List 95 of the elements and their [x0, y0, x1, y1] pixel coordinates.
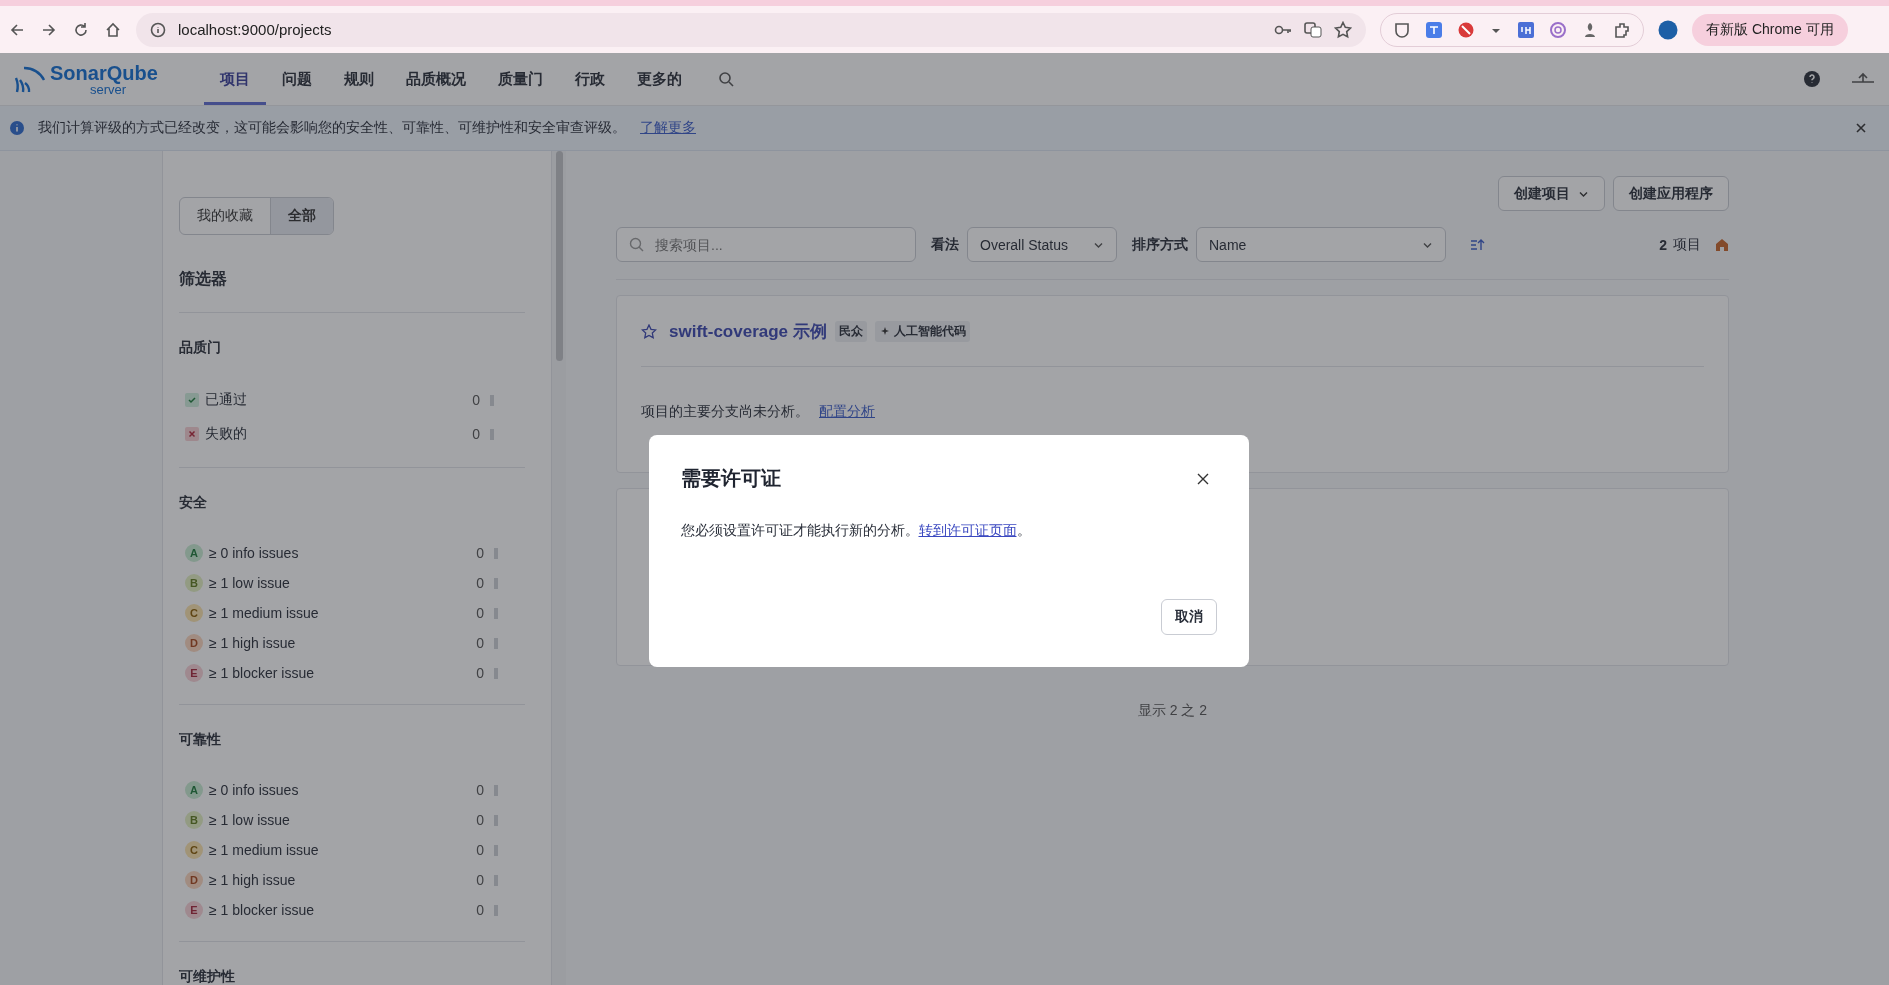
logo-text[interactable]: SonarQube — [50, 62, 158, 83]
info-icon — [10, 121, 24, 135]
translate-icon[interactable] — [1304, 20, 1322, 39]
search-icon — [629, 237, 644, 252]
home-icon[interactable] — [104, 20, 122, 39]
help-icon[interactable] — [1803, 70, 1821, 88]
view-label: 看法 — [931, 235, 959, 254]
nav-tab[interactable]: 行政 — [559, 53, 621, 105]
filter-option[interactable]: ≥ 1 low issue — [209, 812, 472, 828]
banner-message: 我们计算评级的方式已经改变，这可能会影响您的安全性、可靠性、可维护性和安全审查评级。 — [38, 119, 626, 137]
filter-count: 0 — [475, 812, 484, 828]
filter-toggle[interactable]: 我的收藏 — [180, 198, 270, 234]
create-project-dropdown[interactable]: 创建项目 — [1498, 176, 1605, 211]
filter-option[interactable]: 已通过 — [205, 391, 468, 409]
rating-badge: C — [185, 841, 203, 859]
update-button[interactable]: 有新版 Chrome 可用 — [1692, 13, 1848, 46]
learn-more-link[interactable]: 了解更多 — [640, 119, 696, 137]
close-icon[interactable] — [1196, 472, 1209, 485]
configure-analysis-link[interactable]: 配置分析 — [819, 403, 875, 419]
cancel-button[interactable]: 取消 — [1160, 599, 1217, 635]
filter-count: 0 — [475, 782, 484, 798]
dialog-title: 需要许可证 — [680, 466, 781, 491]
project-count: 2 — [1659, 236, 1667, 253]
nav-tab[interactable]: 质量门 — [482, 53, 559, 105]
address-bar[interactable]: localhost:9000/projects — [136, 12, 1366, 47]
project-message: 项目的主要分支尚未分析。 配置分析 — [641, 403, 876, 421]
scrollbar-thumb[interactable] — [556, 151, 563, 361]
extension-icon[interactable] — [1517, 20, 1535, 39]
rating-badge: A — [185, 781, 203, 799]
create-application-button[interactable]: 创建应用程序 — [1613, 176, 1729, 211]
home-icon — [1715, 237, 1729, 252]
nav-tab[interactable]: 问题 — [266, 53, 328, 105]
filter-count: 0 — [475, 605, 484, 621]
block-icon[interactable] — [1457, 20, 1475, 39]
puzzle-icon[interactable] — [1613, 20, 1631, 39]
filter-option[interactable]: ≥ 1 high issue — [209, 872, 472, 888]
translate-extension-icon[interactable] — [1425, 20, 1443, 39]
shield-icon[interactable] — [1393, 20, 1411, 39]
rating-badge: B — [185, 811, 203, 829]
section-heading: 品质门 — [179, 339, 222, 357]
filter-count: 0 — [475, 665, 484, 681]
rating-badge: C — [185, 604, 203, 622]
filter-option[interactable]: ≥ 1 medium issue — [209, 842, 472, 858]
filter-option[interactable]: ≥ 0 info issues — [209, 782, 472, 798]
avatar-icon[interactable] — [1658, 19, 1678, 40]
section-heading: 安全 — [179, 494, 208, 512]
filter-option[interactable]: ≥ 1 blocker issue — [209, 665, 472, 681]
license-page-link[interactable]: 转到许可证页面 — [918, 522, 1017, 538]
favorite-star-icon[interactable] — [641, 323, 657, 339]
filter-count: 0 — [471, 426, 480, 442]
sort-order-icon[interactable] — [1470, 237, 1485, 252]
filter-option[interactable]: ≥ 0 info issues — [209, 545, 472, 561]
rating-badge: A — [185, 544, 203, 562]
view-select[interactable]: Overall Status — [967, 227, 1117, 262]
project-tag: 人工智能代码 — [874, 320, 970, 342]
sort-label: 排序方式 — [1132, 235, 1188, 254]
reload-icon[interactable] — [72, 20, 90, 39]
dialog-message: 您必须设置许可证才能执行新的分析。转到许可证页面。 — [680, 522, 1032, 540]
project-tag: 民众 — [834, 320, 867, 342]
rating-badge: D — [185, 634, 203, 652]
filter-option[interactable]: ≥ 1 high issue — [209, 635, 472, 651]
filter-count: 0 — [475, 635, 484, 651]
rating-badge: E — [185, 901, 203, 919]
filters-heading: 筛选器 — [179, 269, 525, 313]
passed-icon — [185, 393, 199, 407]
filter-count: 0 — [475, 902, 484, 918]
filter-toggle[interactable]: 全部 — [270, 198, 333, 234]
section-heading: 可维护性 — [179, 968, 236, 985]
rating-badge: D — [185, 871, 203, 889]
nav-tab[interactable]: 更多的 — [621, 53, 698, 105]
failed-icon — [185, 427, 199, 441]
close-icon[interactable] — [1855, 122, 1867, 134]
nav-tab[interactable]: 规则 — [328, 53, 390, 105]
rating-badge: E — [185, 664, 203, 682]
project-link[interactable]: swift-coverage 示例 — [669, 319, 827, 343]
filter-count: 0 — [475, 575, 484, 591]
search-icon[interactable] — [718, 71, 734, 87]
rating-badge: B — [185, 574, 203, 592]
filter-count: 0 — [475, 872, 484, 888]
filter-count: 0 — [475, 545, 484, 561]
filter-count: 0 — [471, 392, 480, 408]
pagination-text: 显示 2 之 2 — [1136, 702, 1209, 720]
star-icon[interactable] — [1334, 20, 1352, 39]
filter-option[interactable]: 失败的 — [205, 425, 468, 443]
filter-option[interactable]: ≥ 1 low issue — [209, 575, 472, 591]
sort-select[interactable]: Name — [1196, 227, 1446, 262]
search-field[interactable]: 搜索项目... — [616, 227, 916, 262]
filter-count: 0 — [475, 842, 484, 858]
filter-option[interactable]: ≥ 1 blocker issue — [209, 902, 472, 918]
filter-option[interactable]: ≥ 1 medium issue — [209, 605, 472, 621]
section-heading: 可靠性 — [179, 731, 222, 749]
nav-tab[interactable]: 品质概况 — [390, 53, 482, 105]
count-label: 项目 — [1673, 235, 1701, 254]
info-icon — [150, 21, 166, 38]
spiral-icon[interactable] — [1549, 20, 1567, 39]
